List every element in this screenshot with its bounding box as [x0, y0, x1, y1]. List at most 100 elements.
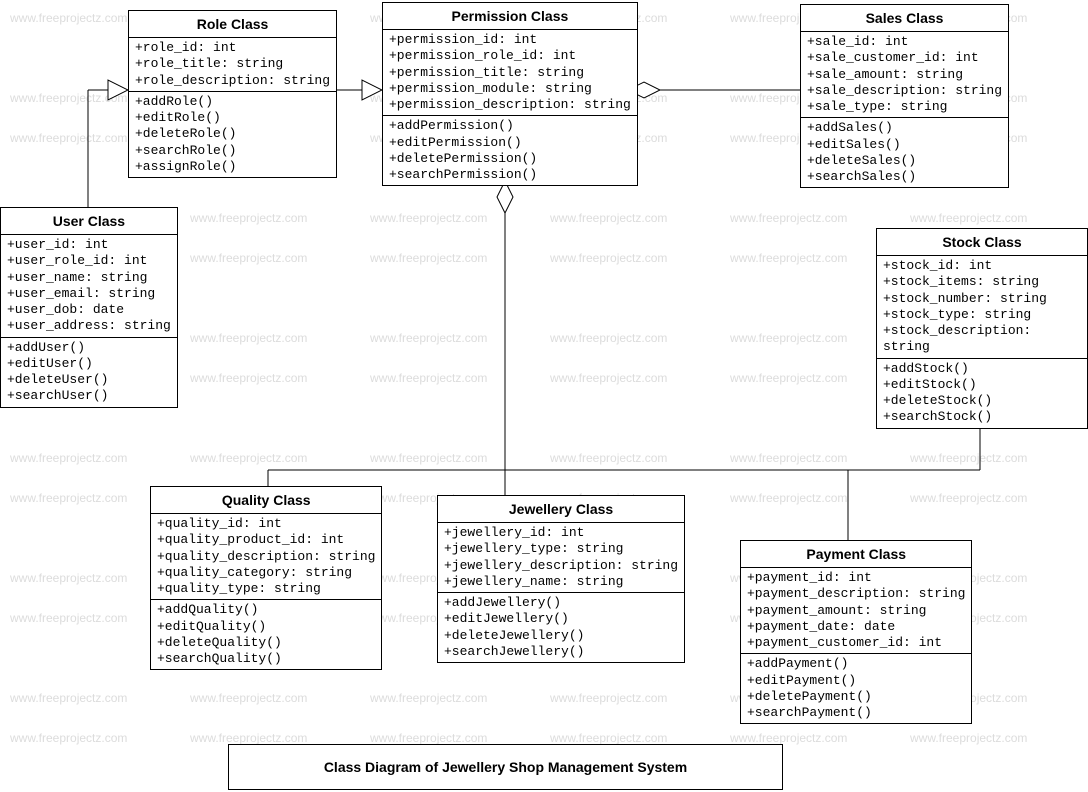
- op: +deleteStock(): [883, 393, 1081, 409]
- attr: +jewellery_name: string: [444, 574, 678, 590]
- watermark-text: www.freeprojectz.com: [730, 491, 847, 505]
- watermark-text: www.freeprojectz.com: [370, 211, 487, 225]
- class-role-attrs: +role_id: int +role_title: string +role_…: [129, 38, 336, 92]
- op: +addPermission(): [389, 118, 631, 134]
- attr: +permission_id: int: [389, 32, 631, 48]
- op: +deleteRole(): [135, 126, 330, 142]
- op: +searchSales(): [807, 169, 1002, 185]
- op: +addPayment(): [747, 656, 965, 672]
- watermark-text: www.freeprojectz.com: [190, 451, 307, 465]
- watermark-text: www.freeprojectz.com: [550, 731, 667, 745]
- class-payment-attrs: +payment_id: int +payment_description: s…: [741, 568, 971, 654]
- class-permission-ops: +addPermission() +editPermission() +dele…: [383, 116, 637, 185]
- attr: +role_description: string: [135, 73, 330, 89]
- attr: +stock_description: string: [883, 323, 1081, 356]
- watermark-text: www.freeprojectz.com: [10, 691, 127, 705]
- watermark-text: www.freeprojectz.com: [370, 691, 487, 705]
- op: +editUser(): [7, 356, 171, 372]
- watermark-text: www.freeprojectz.com: [370, 731, 487, 745]
- watermark-text: www.freeprojectz.com: [550, 451, 667, 465]
- watermark-text: www.freeprojectz.com: [190, 691, 307, 705]
- op: +editStock(): [883, 377, 1081, 393]
- attr: +quality_category: string: [157, 565, 375, 581]
- watermark-text: www.freeprojectz.com: [370, 371, 487, 385]
- class-user: User Class +user_id: int +user_role_id: …: [0, 207, 178, 408]
- op: +searchQuality(): [157, 651, 375, 667]
- attr: +quality_type: string: [157, 581, 375, 597]
- op: +addRole(): [135, 94, 330, 110]
- class-sales-ops: +addSales() +editSales() +deleteSales() …: [801, 118, 1008, 187]
- class-payment: Payment Class +payment_id: int +payment_…: [740, 540, 972, 724]
- watermark-text: www.freeprojectz.com: [910, 211, 1027, 225]
- watermark-text: www.freeprojectz.com: [10, 131, 127, 145]
- watermark-text: www.freeprojectz.com: [550, 371, 667, 385]
- attr: +sale_amount: string: [807, 67, 1002, 83]
- attr: +role_id: int: [135, 40, 330, 56]
- watermark-text: www.freeprojectz.com: [730, 331, 847, 345]
- attr: +sale_id: int: [807, 34, 1002, 50]
- watermark-text: www.freeprojectz.com: [190, 331, 307, 345]
- class-role: Role Class +role_id: int +role_title: st…: [128, 10, 337, 178]
- watermark-text: www.freeprojectz.com: [10, 571, 127, 585]
- op: +addQuality(): [157, 602, 375, 618]
- op: +searchRole(): [135, 143, 330, 159]
- op: +editRole(): [135, 110, 330, 126]
- attr: +permission_module: string: [389, 81, 631, 97]
- diagram-caption: Class Diagram of Jewellery Shop Manageme…: [228, 744, 783, 790]
- attr: +permission_title: string: [389, 65, 631, 81]
- class-permission-title: Permission Class: [383, 3, 637, 30]
- attr: +payment_description: string: [747, 586, 965, 602]
- op: +searchStock(): [883, 409, 1081, 425]
- op: +deleteQuality(): [157, 635, 375, 651]
- class-user-title: User Class: [1, 208, 177, 235]
- attr: +stock_type: string: [883, 307, 1081, 323]
- op: +searchJewellery(): [444, 644, 678, 660]
- attr: +payment_id: int: [747, 570, 965, 586]
- op: +searchPermission(): [389, 167, 631, 183]
- class-stock-attrs: +stock_id: int +stock_items: string +sto…: [877, 256, 1087, 359]
- attr: +user_name: string: [7, 270, 171, 286]
- watermark-text: www.freeprojectz.com: [550, 251, 667, 265]
- class-quality-ops: +addQuality() +editQuality() +deleteQual…: [151, 600, 381, 669]
- watermark-text: www.freeprojectz.com: [730, 451, 847, 465]
- attr: +jewellery_type: string: [444, 541, 678, 557]
- op: +deleteJewellery(): [444, 628, 678, 644]
- watermark-text: www.freeprojectz.com: [10, 491, 127, 505]
- watermark-text: www.freeprojectz.com: [370, 331, 487, 345]
- class-jewellery-attrs: +jewellery_id: int +jewellery_type: stri…: [438, 523, 684, 593]
- class-role-ops: +addRole() +editRole() +deleteRole() +se…: [129, 92, 336, 177]
- op: +deletePayment(): [747, 689, 965, 705]
- watermark-text: www.freeprojectz.com: [730, 251, 847, 265]
- class-stock-ops: +addStock() +editStock() +deleteStock() …: [877, 359, 1087, 428]
- watermark-text: www.freeprojectz.com: [550, 331, 667, 345]
- attr: +jewellery_description: string: [444, 558, 678, 574]
- op: +deleteUser(): [7, 372, 171, 388]
- attr: +stock_id: int: [883, 258, 1081, 274]
- class-sales-title: Sales Class: [801, 5, 1008, 32]
- op: +editQuality(): [157, 619, 375, 635]
- op: +editSales(): [807, 137, 1002, 153]
- watermark-text: www.freeprojectz.com: [10, 91, 127, 105]
- op: +deleteSales(): [807, 153, 1002, 169]
- class-user-attrs: +user_id: int +user_role_id: int +user_n…: [1, 235, 177, 338]
- attr: +quality_description: string: [157, 549, 375, 565]
- watermark-text: www.freeprojectz.com: [10, 451, 127, 465]
- attr: +sale_description: string: [807, 83, 1002, 99]
- op: +editPayment(): [747, 673, 965, 689]
- watermark-text: www.freeprojectz.com: [190, 211, 307, 225]
- op: +searchUser(): [7, 388, 171, 404]
- attr: +permission_role_id: int: [389, 48, 631, 64]
- watermark-text: www.freeprojectz.com: [550, 211, 667, 225]
- attr: +permission_description: string: [389, 97, 631, 113]
- class-quality-attrs: +quality_id: int +quality_product_id: in…: [151, 514, 381, 600]
- watermark-text: www.freeprojectz.com: [370, 451, 487, 465]
- class-jewellery-title: Jewellery Class: [438, 496, 684, 523]
- attr: +quality_id: int: [157, 516, 375, 532]
- class-sales-attrs: +sale_id: int +sale_customer_id: int +sa…: [801, 32, 1008, 118]
- watermark-text: www.freeprojectz.com: [10, 731, 127, 745]
- attr: +payment_date: date: [747, 619, 965, 635]
- op: +addSales(): [807, 120, 1002, 136]
- watermark-text: www.freeprojectz.com: [910, 451, 1027, 465]
- class-permission: Permission Class +permission_id: int +pe…: [382, 2, 638, 186]
- op: +searchPayment(): [747, 705, 965, 721]
